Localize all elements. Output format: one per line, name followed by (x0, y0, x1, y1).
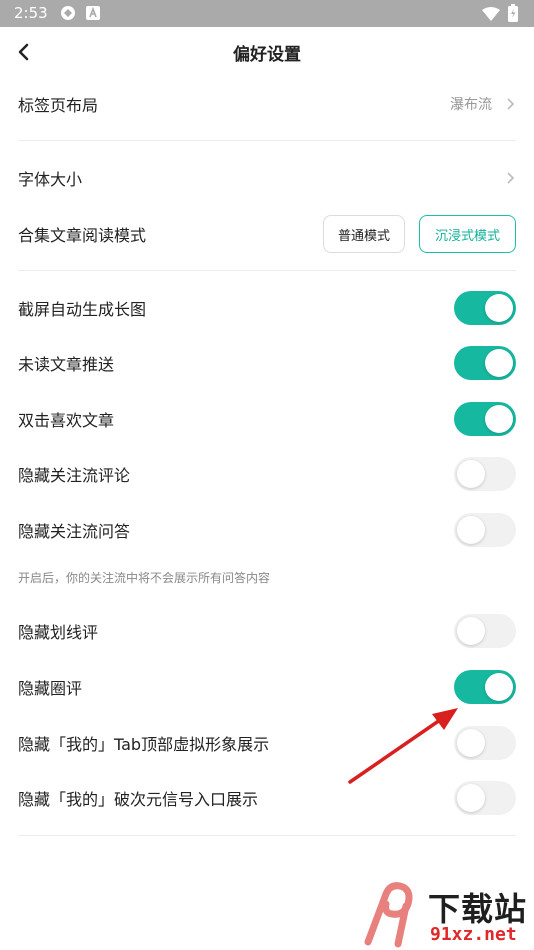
toggle-knob (485, 405, 513, 433)
toggle-knob (485, 349, 513, 377)
collection-reading-mode-label: 合集文章阅读模式 (18, 226, 147, 245)
chevron-right-icon (507, 98, 515, 110)
font-size-label: 字体大小 (18, 170, 83, 189)
toggle-row-hide-follow-qa: 隐藏关注流问答 (0, 502, 534, 558)
normal-mode-button[interactable]: 普通模式 (323, 215, 405, 253)
divider (18, 140, 516, 141)
toggle-switch[interactable] (454, 670, 516, 704)
toggle-switch[interactable] (454, 457, 516, 491)
toggle-row-double-tap-like: 双击喜欢文章 (0, 391, 534, 447)
brand-logo-icon (364, 882, 413, 948)
divider (18, 835, 516, 836)
status-bar: 2:53 (0, 0, 534, 27)
toggle-row-screenshot-long-image: 截屏自动生成长图 (0, 280, 534, 336)
status-time: 2:53 (14, 4, 48, 22)
toggle-switch[interactable] (454, 614, 516, 648)
toggle-knob (485, 673, 513, 701)
toggle-label: 隐藏「我的」破次元信号入口展示 (18, 790, 259, 809)
page-title: 偏好设置 (233, 45, 301, 65)
toggle-row-hide-underline-comments: 隐藏划线评 (0, 603, 534, 659)
toggle-knob (457, 617, 485, 645)
toggle-row-unread-push: 未读文章推送 (0, 335, 534, 391)
toggle-switch[interactable] (454, 346, 516, 380)
toggle-knob (457, 460, 485, 488)
annotation-arrow-icon (348, 708, 458, 784)
font-size-row[interactable]: 字体大小 (0, 150, 534, 206)
toggle-knob (457, 516, 485, 544)
notification-a-icon (86, 5, 100, 24)
toggle-label: 截屏自动生成长图 (18, 300, 147, 319)
watermark-url: 91xz.net (430, 924, 517, 945)
tab-layout-row[interactable]: 标签页布局 瀑布流 (0, 76, 534, 132)
toggle-label: 未读文章推送 (18, 355, 115, 374)
toggle-switch[interactable] (454, 291, 516, 325)
tab-layout-label: 标签页布局 (18, 96, 99, 115)
top-app-bar: 偏好设置 (0, 27, 534, 77)
watermark: 下载站 91xz.net (360, 880, 534, 950)
toggle-row-hide-follow-comments: 隐藏关注流评论 (0, 446, 534, 502)
collection-reading-mode-row: 合集文章阅读模式 普通模式 沉浸式模式 (0, 206, 534, 262)
battery-icon (508, 4, 518, 26)
toggle-label: 隐藏圈评 (18, 679, 83, 698)
chevron-right-icon (507, 172, 515, 184)
toggle-label: 隐藏关注流评论 (18, 466, 131, 485)
divider (18, 270, 516, 271)
toggle-switch[interactable] (454, 402, 516, 436)
app-notification-icon (60, 5, 76, 25)
toggle-label: 隐藏划线评 (18, 623, 99, 642)
toggle-label: 隐藏关注流问答 (18, 522, 131, 541)
wifi-icon (482, 6, 500, 25)
toggle-switch[interactable] (454, 513, 516, 547)
hint-text: 开启后，你的关注流中将不会展示所有问答内容 (18, 571, 271, 585)
immersive-mode-button[interactable]: 沉浸式模式 (419, 215, 516, 253)
toggle-knob (485, 294, 513, 322)
toggle-label: 隐藏「我的」Tab顶部虚拟形象展示 (18, 735, 270, 754)
tab-layout-value: 瀑布流 (450, 97, 492, 113)
toggle-label: 双击喜欢文章 (18, 411, 115, 430)
